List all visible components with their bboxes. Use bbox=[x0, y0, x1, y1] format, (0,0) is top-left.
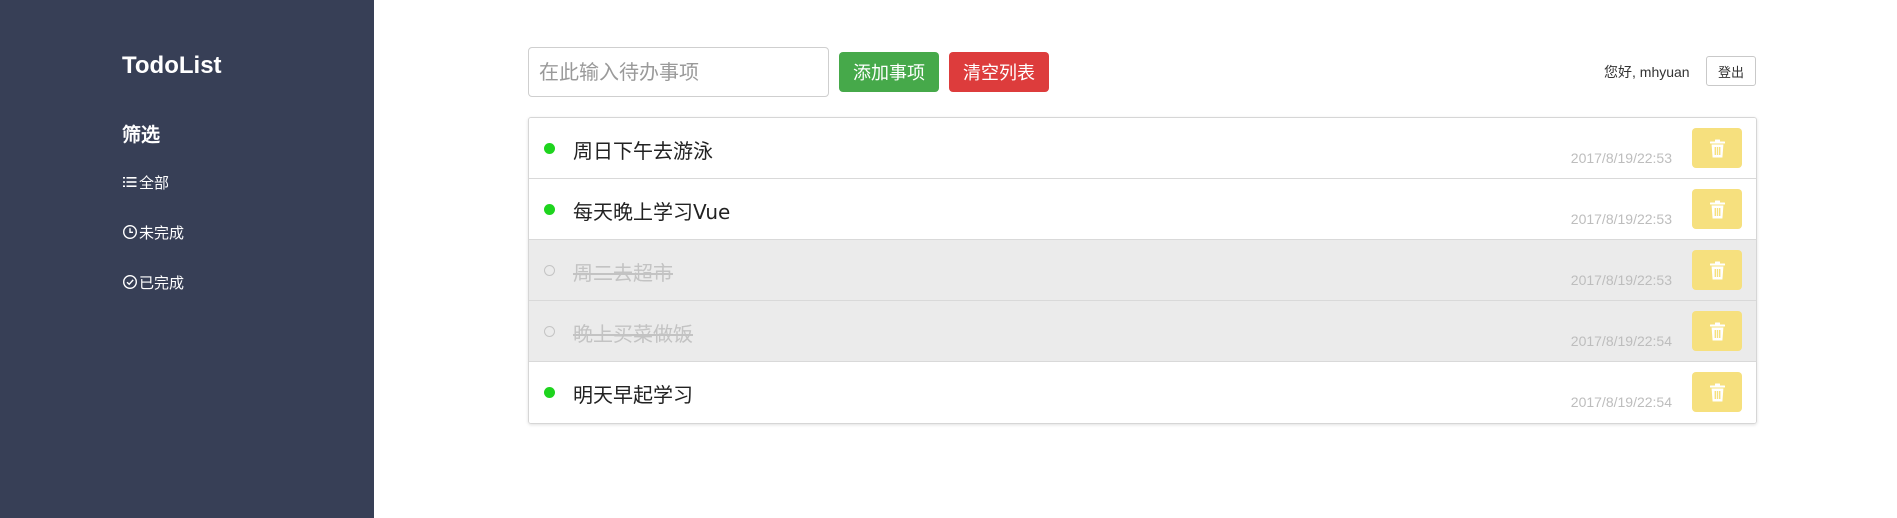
status-toggle[interactable] bbox=[544, 204, 555, 215]
delete-button[interactable] bbox=[1692, 128, 1742, 168]
todo-timestamp: 2017/8/19/22:54 bbox=[1570, 394, 1672, 410]
check-circle-icon bbox=[122, 274, 138, 290]
delete-button[interactable] bbox=[1692, 250, 1742, 290]
todo-list: 周日下午去游泳 2017/8/19/22:53 每天晚上学习Vue 2017/8… bbox=[528, 117, 1757, 424]
delete-button[interactable] bbox=[1692, 189, 1742, 229]
todo-item: 明天早起学习 2017/8/19/22:54 bbox=[529, 362, 1756, 423]
todo-item: 周二去超市 2017/8/19/22:53 bbox=[529, 240, 1756, 301]
todo-text: 晚上买菜做饭 bbox=[573, 322, 693, 346]
trash-icon bbox=[1709, 322, 1725, 340]
todo-text: 每天晚上学习Vue bbox=[573, 200, 731, 224]
todo-text: 周二去超市 bbox=[573, 261, 673, 285]
trash-icon bbox=[1709, 261, 1725, 279]
filter-all[interactable]: 全部 bbox=[122, 171, 169, 193]
status-toggle[interactable] bbox=[544, 326, 555, 337]
clear-list-button[interactable]: 清空列表 bbox=[949, 52, 1049, 92]
logout-button[interactable]: 登出 bbox=[1706, 56, 1756, 86]
trash-icon bbox=[1709, 139, 1725, 157]
sidebar: TodoList 筛选 全部 未完成 已完成 bbox=[0, 0, 374, 518]
app-title: TodoList bbox=[122, 52, 222, 79]
todo-item: 晚上买菜做饭 2017/8/19/22:54 bbox=[529, 301, 1756, 362]
todo-timestamp: 2017/8/19/22:54 bbox=[1570, 333, 1672, 349]
todo-timestamp: 2017/8/19/22:53 bbox=[1570, 150, 1672, 166]
delete-button[interactable] bbox=[1692, 311, 1742, 351]
todo-app: TodoList 筛选 全部 未完成 已完成 在此输入待办事项 添加事项 清空列… bbox=[0, 0, 1897, 518]
filter-done[interactable]: 已完成 bbox=[122, 271, 184, 293]
trash-icon bbox=[1709, 383, 1725, 401]
status-toggle[interactable] bbox=[544, 265, 555, 276]
filter-done-label: 已完成 bbox=[139, 273, 185, 292]
status-toggle[interactable] bbox=[544, 387, 555, 398]
todo-item: 每天晚上学习Vue 2017/8/19/22:53 bbox=[529, 179, 1756, 240]
clock-icon bbox=[122, 224, 138, 240]
filter-all-label: 全部 bbox=[139, 173, 170, 192]
trash-icon bbox=[1709, 200, 1725, 218]
todo-timestamp: 2017/8/19/22:53 bbox=[1570, 211, 1672, 227]
delete-button[interactable] bbox=[1692, 372, 1742, 412]
add-todo-button[interactable]: 添加事项 bbox=[839, 52, 939, 92]
filter-heading: 筛选 bbox=[122, 124, 161, 146]
filter-undone[interactable]: 未完成 bbox=[122, 221, 184, 243]
todo-input[interactable] bbox=[528, 47, 829, 97]
filter-undone-label: 未完成 bbox=[139, 223, 185, 242]
todo-item: 周日下午去游泳 2017/8/19/22:53 bbox=[529, 118, 1756, 179]
user-greeting: 您好, mhyuan bbox=[1604, 64, 1690, 80]
status-toggle[interactable] bbox=[544, 143, 555, 154]
todo-text: 明天早起学习 bbox=[573, 383, 693, 407]
list-icon bbox=[123, 177, 137, 187]
todo-timestamp: 2017/8/19/22:53 bbox=[1570, 272, 1672, 288]
todo-text: 周日下午去游泳 bbox=[573, 139, 713, 163]
